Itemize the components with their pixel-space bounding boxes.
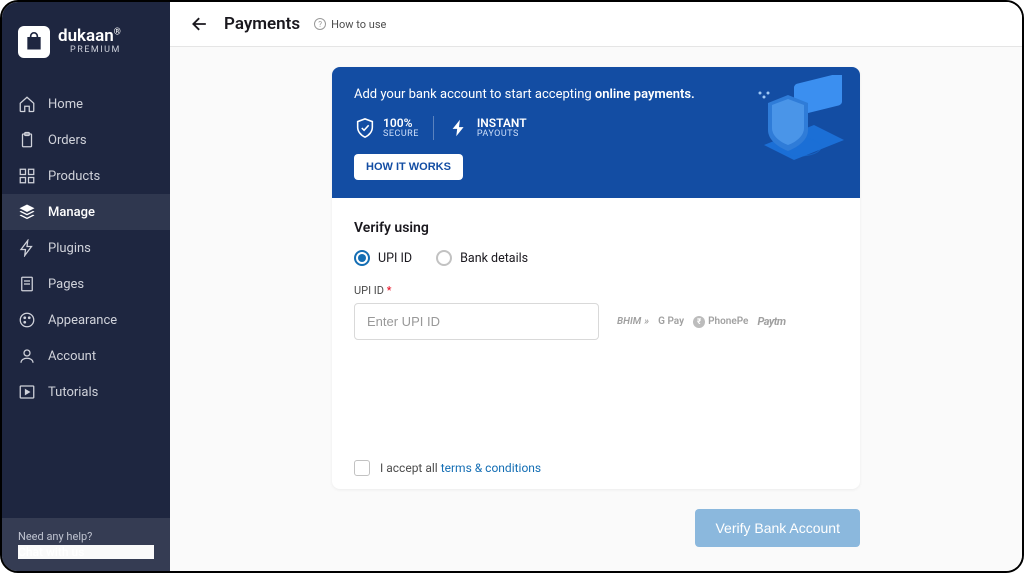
upi-input-row: BHIM» G Pay ₹PhonePe Paytm (354, 303, 838, 340)
sidebar-item-appearance[interactable]: Appearance (2, 302, 170, 338)
home-icon (18, 95, 36, 113)
divider (433, 116, 434, 140)
grid-icon (18, 167, 36, 185)
brand-name: dukaan (58, 26, 114, 46)
radio-label: Bank details (460, 251, 528, 266)
palette-icon (18, 311, 36, 329)
feat1-sub: SECURE (383, 130, 419, 139)
help-box[interactable]: Need any help? Chat with us (2, 518, 170, 571)
user-icon (18, 347, 36, 365)
sidebar-item-manage[interactable]: Manage (2, 194, 170, 230)
banner-prefix: Add your bank account to start accepting (354, 87, 595, 102)
radio-icon (354, 250, 370, 266)
nav-label: Account (48, 349, 96, 364)
question-icon: ? (314, 18, 326, 30)
back-button[interactable] (190, 14, 210, 34)
sidebar-item-products[interactable]: Products (2, 158, 170, 194)
feat1-top: 100% (383, 117, 419, 130)
feat2-sub: PAYOUTS (477, 130, 527, 139)
sidebar-item-orders[interactable]: Orders (2, 122, 170, 158)
bhim-logo: BHIM» (617, 316, 649, 327)
verify-using-title: Verify using (354, 220, 838, 236)
radio-icon (436, 250, 452, 266)
sidebar: dukaan® PREMIUM Home Orders Products Man… (2, 2, 170, 571)
bolt-circle-icon (448, 117, 470, 139)
page-title: Payments (224, 14, 300, 34)
nav-label: Manage (48, 205, 95, 220)
sidebar-item-tutorials[interactable]: Tutorials (2, 374, 170, 410)
app-frame: dukaan® PREMIUM Home Orders Products Man… (0, 0, 1024, 573)
radio-option-bank[interactable]: Bank details (436, 250, 528, 266)
feature-secure: 100% SECURE (354, 117, 419, 139)
terms-checkbox[interactable] (354, 460, 370, 476)
nav-list: Home Orders Products Manage Plugins Page… (2, 86, 170, 410)
gpay-logo: G Pay (658, 316, 684, 327)
nav-label: Tutorials (48, 385, 98, 400)
layers-icon (18, 203, 36, 221)
nav-label: Pages (48, 277, 84, 292)
nav-label: Products (48, 169, 100, 184)
nav-label: Orders (48, 133, 87, 148)
paytm-logo: Paytm (757, 315, 785, 328)
how-to-use-link[interactable]: ? How to use (314, 18, 386, 31)
radio-label: UPI ID (378, 251, 412, 266)
nav-label: Plugins (48, 241, 91, 256)
sidebar-item-account[interactable]: Account (2, 338, 170, 374)
radio-option-upi[interactable]: UPI ID (354, 250, 412, 266)
banner-strong: online payments. (595, 87, 695, 102)
shield-card-illustration (734, 75, 854, 175)
footer-action: Verify Bank Account (332, 509, 860, 547)
upi-field-label: UPI ID * (354, 284, 838, 297)
terms-row: I accept all terms & conditions (354, 460, 838, 476)
terms-text: I accept all terms & conditions (380, 461, 541, 475)
phonepe-logo: ₹PhonePe (693, 316, 748, 328)
logo-text: dukaan® PREMIUM (58, 28, 121, 55)
page-icon (18, 275, 36, 293)
howto-label: How to use (331, 18, 386, 31)
brand-logo[interactable]: dukaan® PREMIUM (2, 18, 170, 78)
content: Add your bank account to start accepting… (170, 47, 1022, 571)
upi-input[interactable] (354, 303, 599, 340)
how-it-works-button[interactable]: HOW IT WORKS (354, 154, 463, 180)
sidebar-item-plugins[interactable]: Plugins (2, 230, 170, 266)
help-sub: Need any help? (18, 530, 154, 543)
sidebar-item-pages[interactable]: Pages (2, 266, 170, 302)
help-main: Chat with us (18, 545, 154, 559)
brand-tier: PREMIUM (58, 46, 121, 55)
arrow-left-icon (190, 14, 210, 34)
topbar: Payments ? How to use (170, 2, 1022, 47)
clipboard-icon (18, 131, 36, 149)
play-icon (18, 383, 36, 401)
payment-logos: BHIM» G Pay ₹PhonePe Paytm (617, 315, 786, 328)
bolt-icon (18, 239, 36, 257)
payments-banner: Add your bank account to start accepting… (332, 67, 860, 198)
payments-card: Add your bank account to start accepting… (332, 67, 860, 489)
radio-group: UPI ID Bank details (354, 250, 838, 266)
terms-link[interactable]: terms & conditions (441, 461, 541, 475)
main: Payments ? How to use Add your bank acco… (170, 2, 1022, 571)
required-asterisk: * (387, 284, 392, 297)
verify-bank-button[interactable]: Verify Bank Account (695, 509, 860, 547)
logo-bag-icon (18, 26, 50, 58)
feat2-top: INSTANT (477, 117, 527, 130)
card-body: Verify using UPI ID Bank details UPI ID … (332, 198, 860, 489)
nav-label: Appearance (48, 313, 117, 328)
nav-label: Home (48, 97, 83, 112)
feature-payouts: INSTANT PAYOUTS (448, 117, 527, 139)
shield-check-icon (354, 117, 376, 139)
sidebar-item-home[interactable]: Home (2, 86, 170, 122)
